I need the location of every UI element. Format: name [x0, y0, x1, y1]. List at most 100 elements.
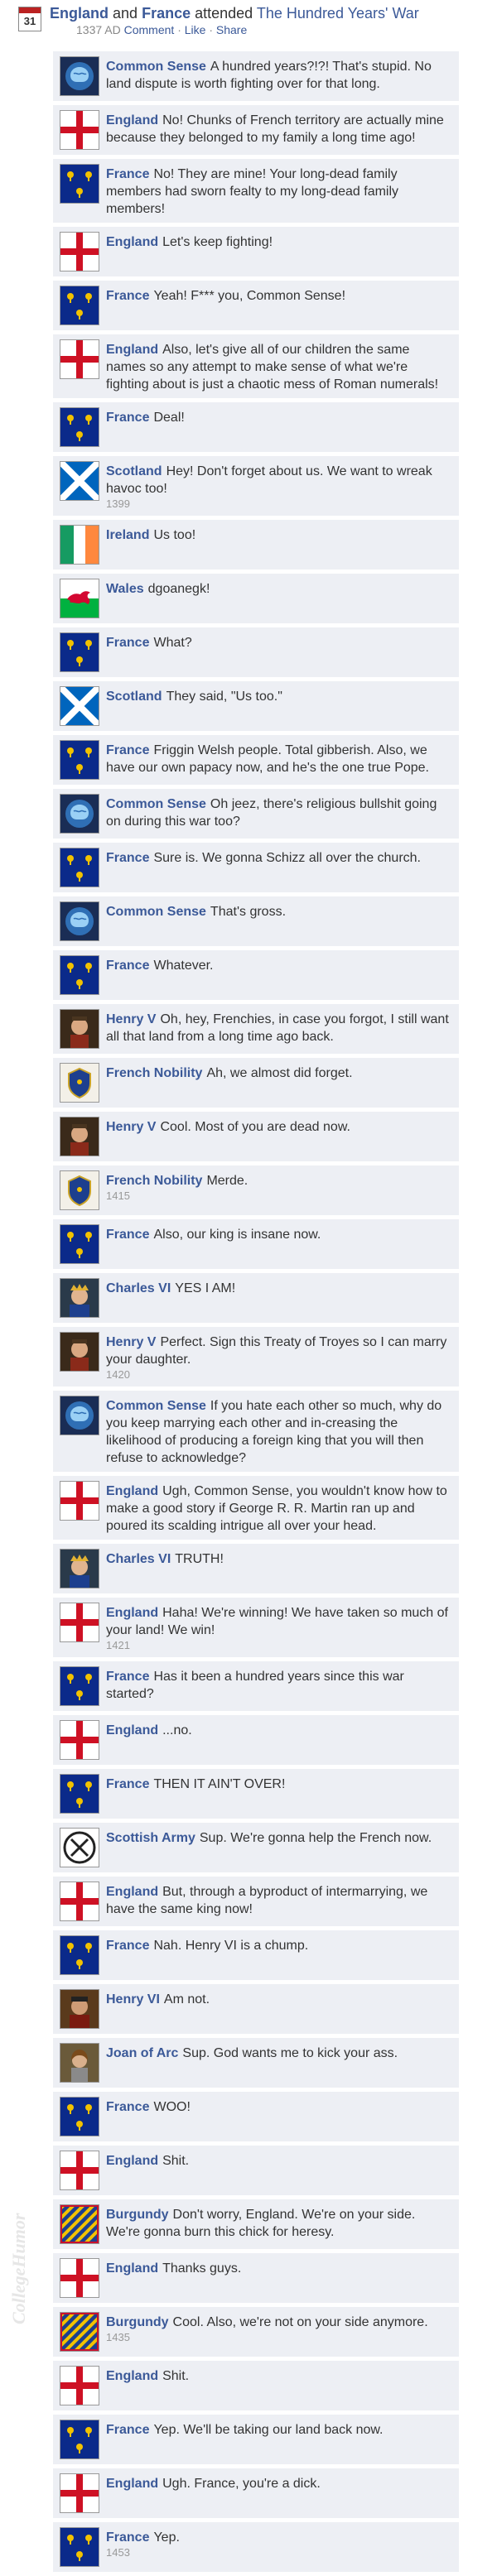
share-link[interactable]: Share — [216, 23, 247, 36]
nobility-avatar-icon[interactable] — [60, 1170, 99, 1210]
commenter-name-link[interactable]: Burgundy — [106, 2315, 169, 2329]
like-link[interactable]: Like — [185, 23, 206, 36]
england-avatar-icon[interactable] — [60, 339, 99, 379]
england-avatar-icon[interactable] — [60, 232, 99, 272]
brain-avatar-icon[interactable] — [60, 901, 99, 941]
nobility-avatar-icon[interactable] — [60, 1063, 99, 1103]
commenter-name-link[interactable]: Scottish Army — [106, 1831, 195, 1845]
france-avatar-icon[interactable] — [60, 2420, 99, 2459]
commenter-name-link[interactable]: England — [106, 235, 158, 249]
commenter-name-link[interactable]: Henry V — [106, 1335, 156, 1349]
commenter-name-link[interactable]: France — [106, 743, 149, 757]
commenter-name-link[interactable]: France — [106, 1228, 149, 1242]
commenter-name-link[interactable]: England — [106, 2154, 158, 2168]
commenter-name-link[interactable]: Burgundy — [106, 2208, 169, 2222]
france-avatar-icon[interactable] — [60, 2527, 99, 2567]
commenter-name-link[interactable]: Common Sense — [106, 797, 206, 811]
commenter-name-link[interactable]: Common Sense — [106, 1399, 206, 1413]
france-avatar-icon[interactable] — [60, 407, 99, 447]
commenter-name-link[interactable]: Henry V — [106, 1012, 156, 1026]
commenter-name-link[interactable]: France — [106, 1777, 149, 1791]
commenter-name-link[interactable]: France — [106, 289, 149, 303]
france-avatar-icon[interactable] — [60, 2097, 99, 2136]
comment-text: Cool. Also, we're not on your side anymo… — [172, 2315, 428, 2329]
france-avatar-icon[interactable] — [60, 1935, 99, 1975]
england-avatar-icon[interactable] — [60, 2366, 99, 2405]
commenter-name-link[interactable]: France — [106, 411, 149, 425]
commenter-name-link[interactable]: Henry V — [106, 1120, 156, 1134]
comment-body: France Has it been a hundred years since … — [106, 1666, 452, 1703]
commenter-name-link[interactable]: Ireland — [106, 528, 149, 542]
france-avatar-icon[interactable] — [60, 1224, 99, 1264]
england-avatar-icon[interactable] — [60, 2473, 99, 2513]
france-avatar-icon[interactable] — [60, 955, 99, 995]
burgundy-avatar-icon[interactable] — [60, 2204, 99, 2244]
scottish-army-avatar-icon[interactable] — [60, 1828, 99, 1867]
france-avatar-icon[interactable] — [60, 1774, 99, 1814]
england-avatar-icon[interactable] — [60, 2151, 99, 2190]
commenter-name-link[interactable]: Charles VI — [106, 1281, 171, 1295]
commenter-name-link[interactable]: England — [106, 1885, 158, 1899]
commenter-name-link[interactable]: France — [106, 959, 149, 973]
commenter-name-link[interactable]: France — [106, 2530, 149, 2545]
commenter-name-link[interactable]: French Nobility — [106, 1066, 202, 1080]
commenter-name-link[interactable]: Common Sense — [106, 60, 206, 74]
commenter-name-link[interactable]: Henry VI — [106, 1992, 160, 2006]
england-avatar-icon[interactable] — [60, 1720, 99, 1760]
commenter-name-link[interactable]: England — [106, 1723, 158, 1737]
france-avatar-icon[interactable] — [60, 164, 99, 204]
commenter-name-link[interactable]: England — [106, 343, 158, 357]
commenter-name-link[interactable]: England — [106, 113, 158, 127]
commenter-name-link[interactable]: England — [106, 2477, 158, 2491]
attendee-link-france[interactable]: France — [142, 5, 191, 22]
commenter-name-link[interactable]: England — [106, 1606, 158, 1620]
scotland-avatar-icon[interactable] — [60, 686, 99, 726]
brain-avatar-icon[interactable] — [60, 794, 99, 834]
england-avatar-icon[interactable] — [60, 1481, 99, 1521]
comment-link[interactable]: Comment — [124, 23, 175, 36]
france-avatar-icon[interactable] — [60, 632, 99, 672]
commenter-name-link[interactable]: Common Sense — [106, 905, 206, 919]
commenter-name-link[interactable]: Joan of Arc — [106, 2046, 178, 2060]
england-avatar-icon[interactable] — [60, 2258, 99, 2298]
france-avatar-icon[interactable] — [60, 286, 99, 325]
commenter-name-link[interactable]: Wales — [106, 582, 144, 596]
scotland-avatar-icon[interactable] — [60, 461, 99, 501]
commenter-name-link[interactable]: French Nobility — [106, 1174, 202, 1188]
henry5-avatar-icon[interactable] — [60, 1332, 99, 1372]
france-avatar-icon[interactable] — [60, 740, 99, 780]
event-link[interactable]: The Hundred Years' War — [257, 5, 419, 22]
henry6-avatar-icon[interactable] — [60, 1989, 99, 2029]
ireland-avatar-icon[interactable] — [60, 525, 99, 565]
henry5-avatar-icon[interactable] — [60, 1117, 99, 1156]
france-avatar-icon[interactable] — [60, 1666, 99, 1706]
event-title: England and France attended The Hundred … — [50, 5, 419, 22]
commenter-name-link[interactable]: France — [106, 1939, 149, 1953]
comment-body: Ireland Us too! — [106, 525, 195, 544]
commenter-name-link[interactable]: France — [106, 2423, 149, 2437]
joan-avatar-icon[interactable] — [60, 2043, 99, 2083]
france-avatar-icon[interactable] — [60, 848, 99, 887]
burgundy-avatar-icon[interactable] — [60, 2312, 99, 2352]
commenter-name-link[interactable]: Scotland — [106, 690, 162, 704]
charles6-avatar-icon[interactable] — [60, 1278, 99, 1318]
attendee-link-england[interactable]: England — [50, 5, 109, 22]
commenter-name-link[interactable]: England — [106, 1484, 158, 1498]
commenter-name-link[interactable]: France — [106, 1670, 149, 1684]
wales-avatar-icon[interactable] — [60, 579, 99, 618]
henry5-avatar-icon[interactable] — [60, 1009, 99, 1049]
commenter-name-link[interactable]: Charles VI — [106, 1552, 171, 1566]
commenter-name-link[interactable]: England — [106, 2261, 158, 2276]
commenter-name-link[interactable]: France — [106, 636, 149, 650]
brain-avatar-icon[interactable] — [60, 56, 99, 96]
commenter-name-link[interactable]: France — [106, 851, 149, 865]
charles6-avatar-icon[interactable] — [60, 1549, 99, 1588]
brain-avatar-icon[interactable] — [60, 1396, 99, 1435]
england-avatar-icon[interactable] — [60, 1882, 99, 1921]
commenter-name-link[interactable]: Scotland — [106, 464, 162, 478]
commenter-name-link[interactable]: England — [106, 2369, 158, 2383]
england-avatar-icon[interactable] — [60, 1603, 99, 1642]
commenter-name-link[interactable]: France — [106, 167, 149, 181]
england-avatar-icon[interactable] — [60, 110, 99, 150]
commenter-name-link[interactable]: France — [106, 2100, 149, 2114]
